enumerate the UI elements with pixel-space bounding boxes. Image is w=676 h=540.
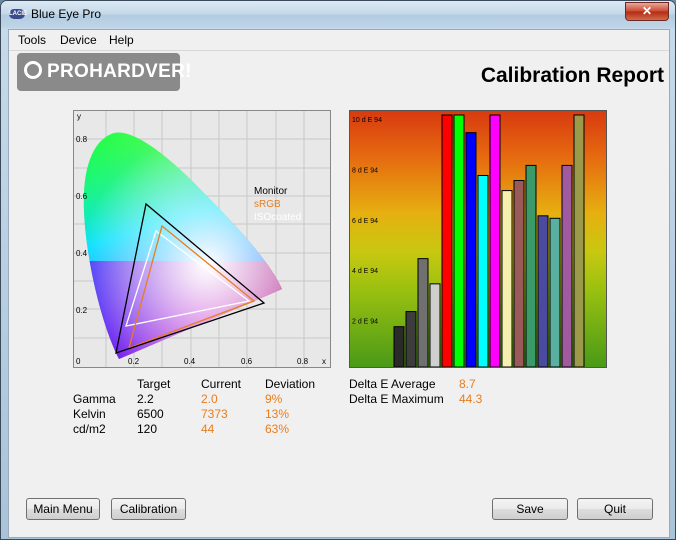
delta-e-tick-label: 8 d E 94 <box>352 167 378 174</box>
delta-e-tick-label: 4 d E 94 <box>352 268 378 275</box>
delta-e-bar <box>525 164 537 367</box>
luminance-current: 44 <box>201 422 215 436</box>
row-label-gamma: Gamma <box>73 392 116 406</box>
delta-e-bar <box>465 132 477 367</box>
cie-y-axis-label: y <box>77 112 81 121</box>
client-area: Tools Device Help PROHARDVER! Calibratio… <box>8 29 670 538</box>
spectral-locus <box>83 132 282 360</box>
delta-e-maximum-value: 44.3 <box>459 392 483 406</box>
delta-e-bar <box>417 258 429 367</box>
gamma-current: 2.0 <box>201 392 218 406</box>
page-title: Calibration Report <box>480 64 664 87</box>
legend-isocoated: ISOcoated <box>254 212 301 223</box>
luminance-target: 120 <box>137 422 158 436</box>
header-target: Target <box>137 377 171 391</box>
delta-e-chart: 10 d E 94 8 d E 94 6 d E 94 4 d E 94 2 d E 9… <box>349 110 607 368</box>
delta-e-bar <box>393 326 405 367</box>
quit-button[interactable]: Quit <box>577 498 653 520</box>
delta-e-tick-label: 2 d E 94 <box>352 319 378 326</box>
delta-e-bar <box>501 190 513 367</box>
cie-diagram-svg: y x 0.8 0.6 0.4 0.2 0 0.2 0.4 0.6 0.8 Mo… <box>74 111 330 367</box>
delta-e-bar <box>429 283 441 367</box>
title-bar[interactable]: LACIE Blue Eye Pro ✕ <box>1 1 675 28</box>
kelvin-deviation: 13% <box>265 407 290 421</box>
gamma-target: 2.2 <box>137 392 154 406</box>
menu-help[interactable]: Help <box>105 32 138 48</box>
app-window: LACIE Blue Eye Pro ✕ Tools Device Help P… <box>0 0 676 540</box>
menu-bar: Tools Device Help <box>9 30 669 51</box>
delta-e-ticks: 10 d E 94 8 d E 94 6 d E 94 4 d E 94 2 d E 9… <box>352 117 382 326</box>
cie-y-tick: 0.2 <box>76 306 88 315</box>
cie-y-tick: 0.6 <box>76 192 88 201</box>
header-current: Current <box>201 377 242 391</box>
app-logo-icon: LACIE <box>9 9 27 19</box>
prohardver-logo: PROHARDVER! <box>17 53 191 91</box>
cie-x-tick: 0 <box>76 357 81 366</box>
cie-x-tick: 0.8 <box>297 357 309 366</box>
delta-e-average-value: 8.7 <box>459 377 476 391</box>
delta-e-bar <box>405 311 417 367</box>
cie-x-tick: 0.4 <box>184 357 196 366</box>
delta-e-bar <box>477 174 489 367</box>
window-title: Blue Eye Pro <box>31 7 102 21</box>
delta-e-bars <box>393 114 585 367</box>
cie-y-tick: 0.4 <box>76 249 88 258</box>
delta-e-bar <box>453 114 465 367</box>
delta-e-bar <box>549 217 561 367</box>
close-button[interactable]: ✕ <box>625 2 669 21</box>
cie-x-axis-label: x <box>322 357 326 366</box>
menu-tools[interactable]: Tools <box>14 32 50 48</box>
delta-e-tick-label: 6 d E 94 <box>352 218 378 225</box>
kelvin-target: 6500 <box>137 407 164 421</box>
delta-e-bar <box>573 114 585 367</box>
calibration-button[interactable]: Calibration <box>111 498 186 520</box>
save-button[interactable]: Save <box>492 498 568 520</box>
cie-x-tick: 0.2 <box>128 357 140 366</box>
logo-mark-icon <box>24 61 42 79</box>
main-menu-button[interactable]: Main Menu <box>26 498 100 520</box>
menu-device[interactable]: Device <box>56 32 101 48</box>
header-deviation: Deviation <box>265 377 316 391</box>
luminance-deviation: 63% <box>265 422 290 436</box>
delta-e-tick-label: 10 d E 94 <box>352 117 382 124</box>
kelvin-current: 7373 <box>201 407 228 421</box>
delta-e-average-label: Delta E Average <box>349 377 436 391</box>
delta-e-chart-svg: 10 d E 94 8 d E 94 6 d E 94 4 d E 94 2 d E 9… <box>352 114 585 367</box>
legend-monitor: Monitor <box>254 186 288 197</box>
row-label-kelvin: Kelvin <box>73 407 106 421</box>
delta-e-bar <box>561 164 573 367</box>
gamma-deviation: 9% <box>265 392 283 406</box>
cie-diagram: y x 0.8 0.6 0.4 0.2 0 0.2 0.4 0.6 0.8 Mo… <box>73 110 331 368</box>
delta-e-bar <box>441 114 453 367</box>
cie-x-tick: 0.6 <box>241 357 253 366</box>
row-label-luminance: cd/m2 <box>73 422 106 436</box>
delta-e-bar <box>489 114 501 367</box>
delta-e-bar <box>513 180 525 367</box>
logo-text: PROHARDVER! <box>47 61 192 82</box>
cie-y-tick: 0.8 <box>76 135 88 144</box>
delta-e-bar <box>537 215 549 367</box>
legend-srgb: sRGB <box>254 199 281 210</box>
delta-e-maximum-label: Delta E Maximum <box>349 392 444 406</box>
